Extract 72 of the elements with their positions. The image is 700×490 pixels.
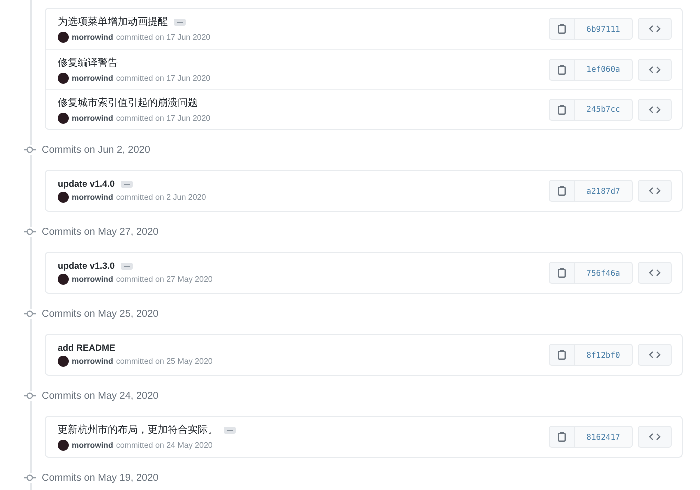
- commit-date: committed on 27 May 2020: [116, 275, 213, 284]
- code-icon: [649, 66, 661, 74]
- commit-sha-link[interactable]: 8162417: [575, 426, 633, 448]
- avatar: [58, 32, 69, 43]
- clipboard-icon: [558, 24, 566, 34]
- avatar: [58, 274, 69, 285]
- browse-code-button[interactable]: [638, 344, 672, 366]
- avatar: [58, 112, 69, 124]
- code-icon: [649, 269, 661, 277]
- clipboard-icon: [558, 432, 566, 442]
- commit-date: committed on 25 May 2020: [116, 357, 213, 366]
- commit-message[interactable]: 为选项菜单增加动画提醒: [58, 15, 168, 29]
- clipboard-icon: [558, 64, 566, 74]
- commit-sha-link[interactable]: 245b7cc: [575, 98, 633, 120]
- code-icon: [649, 25, 661, 33]
- commit-message[interactable]: update v1.4.0: [58, 179, 116, 189]
- author-name[interactable]: morrowind: [72, 441, 114, 450]
- clipboard-icon: [558, 186, 566, 196]
- copy-button[interactable]: [549, 344, 575, 366]
- avatar: [58, 356, 69, 367]
- clipboard-icon: [558, 268, 566, 278]
- copy-button[interactable]: [549, 426, 575, 448]
- author-name[interactable]: morrowind: [72, 114, 114, 122]
- code-icon: [649, 106, 661, 114]
- commit-sha-link[interactable]: 8f12bf0: [575, 344, 633, 366]
- browse-code-button[interactable]: [638, 98, 672, 120]
- commit-date: committed on 17 Jun 2020: [116, 114, 211, 122]
- expand-button[interactable]: [121, 262, 134, 270]
- avatar: [58, 72, 69, 84]
- author-name[interactable]: morrowind: [72, 275, 114, 284]
- copy-button[interactable]: [549, 58, 575, 80]
- copy-button[interactable]: [549, 18, 575, 40]
- commit-date: committed on 17 Jun 2020: [116, 33, 211, 42]
- commit-group-date: Commits on Jun 2, 2020: [42, 144, 150, 156]
- browse-code-button[interactable]: [638, 180, 672, 202]
- browse-code-button[interactable]: [638, 426, 672, 448]
- copy-button[interactable]: [549, 262, 575, 284]
- commit-group-date: Commits on May 19, 2020: [42, 472, 159, 484]
- expand-button[interactable]: [174, 18, 186, 26]
- expand-button[interactable]: [224, 426, 236, 434]
- commit-message[interactable]: 修复编译警告: [58, 56, 118, 70]
- browse-code-button[interactable]: [638, 18, 672, 40]
- author-name[interactable]: morrowind: [72, 357, 114, 366]
- avatar: [58, 192, 69, 203]
- commit-group-date: Commits on May 27, 2020: [42, 226, 159, 238]
- commit-message[interactable]: 修复城市索引值引起的崩溃问题: [58, 96, 198, 110]
- commit-date: committed on 17 Jun 2020: [116, 74, 211, 82]
- commit-sha-link[interactable]: 756f46a: [575, 262, 633, 284]
- code-icon: [649, 187, 661, 195]
- copy-button[interactable]: [549, 98, 575, 120]
- browse-code-button[interactable]: [638, 262, 672, 284]
- avatar: [58, 440, 69, 451]
- browse-code-button[interactable]: [638, 58, 672, 80]
- code-icon: [649, 433, 661, 441]
- commit-message[interactable]: 更新杭州市的布局，更加符合实际。: [58, 423, 218, 437]
- commit-message[interactable]: update v1.3.0: [58, 261, 116, 271]
- author-name[interactable]: morrowind: [72, 33, 114, 42]
- commit-date: committed on 24 May 2020: [116, 441, 213, 450]
- clipboard-icon: [558, 104, 566, 114]
- commit-group-date: Commits on May 25, 2020: [42, 308, 159, 320]
- commit-message[interactable]: add README: [58, 343, 116, 353]
- code-icon: [649, 351, 661, 359]
- commit-group-date: Commits on May 24, 2020: [42, 390, 159, 402]
- author-name[interactable]: morrowind: [72, 74, 114, 82]
- commit-date: committed on 2 Jun 2020: [116, 193, 206, 202]
- commit-sha-link[interactable]: 6b97111: [575, 18, 633, 40]
- commit-sha-link[interactable]: a2187d7: [575, 180, 633, 202]
- copy-button[interactable]: [549, 180, 575, 202]
- clipboard-icon: [558, 350, 566, 360]
- author-name[interactable]: morrowind: [72, 193, 114, 202]
- commit-sha-link[interactable]: 1ef060a: [575, 58, 633, 80]
- expand-button[interactable]: [121, 180, 134, 188]
